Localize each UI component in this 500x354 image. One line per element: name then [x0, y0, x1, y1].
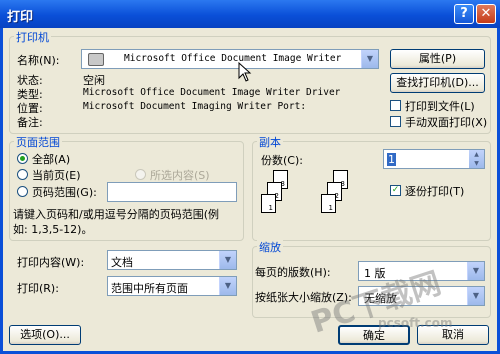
zoom-group-title: 缩放 [257, 239, 283, 255]
page-range-hint-line2: 如: 1,3,5-12)。 [13, 223, 93, 236]
collate-illustration: 3 2 1 3 2 1 [259, 168, 369, 234]
properties-button[interactable]: 属性(P) [390, 49, 485, 69]
chevron-down-icon: ▼ [361, 50, 378, 68]
range-current-label[interactable]: 当前页(E) [32, 167, 81, 183]
collate-label[interactable]: 逐份打印(T) [405, 183, 464, 199]
page-range-group-title: 页面范围 [14, 134, 62, 150]
range-selection-label: 所选内容(S) [150, 169, 210, 182]
close-button[interactable]: ✕ [476, 4, 496, 24]
copies-count-spinner[interactable]: 1 ▲ ▼ [383, 149, 485, 169]
printer-group-title: 打印机 [14, 29, 51, 45]
spinner-arrows-icon[interactable]: ▲ ▼ [469, 150, 484, 168]
printer-name-label: 名称(N): [17, 54, 60, 67]
print-what-value: 文档 [111, 256, 133, 269]
range-all-radio[interactable] [17, 153, 28, 164]
chevron-down-icon: ▼ [467, 262, 484, 280]
help-button[interactable]: ? [454, 4, 474, 24]
chevron-down-icon: ▼ [467, 287, 484, 305]
range-selection-radio [135, 169, 146, 180]
page-range-input[interactable] [107, 182, 237, 202]
print-dialog: 打印 ? ✕ 打印机 名称(N): Microsoft Office Docum… [0, 0, 500, 354]
print-range-select[interactable]: 范围中所有页面 ▼ [107, 276, 237, 296]
print-what-label: 打印内容(W): [17, 256, 85, 269]
printer-icon [88, 53, 104, 66]
where-value: Microsoft Document Imaging Writer Port: [83, 101, 307, 112]
print-range-value: 范围中所有页面 [111, 282, 188, 295]
comment-label: 备注: [17, 116, 43, 129]
manual-duplex-checkbox[interactable] [390, 116, 401, 127]
range-pages-label[interactable]: 页码范围(G): [32, 184, 97, 200]
copies-count-value: 1 [387, 153, 396, 166]
print-range-label: 打印(R): [17, 282, 59, 295]
title-bar[interactable]: 打印 ? ✕ [0, 0, 500, 28]
chevron-down-icon: ▼ [219, 277, 236, 295]
range-pages-radio[interactable] [17, 186, 28, 197]
find-printer-button[interactable]: 查找打印机(D)... [390, 73, 485, 93]
manual-duplex-label[interactable]: 手动双面打印(X) [405, 114, 487, 130]
copies-group-title: 副本 [257, 134, 283, 150]
options-button[interactable]: 选项(O)... [9, 325, 81, 345]
copy-page-1b: 1 [321, 194, 336, 213]
dialog-title: 打印 [7, 10, 34, 25]
printer-name-select[interactable]: Microsoft Office Document Image Writer ▼ [81, 49, 379, 69]
pages-per-sheet-label: 每页的版数(H): [255, 266, 331, 279]
watermark-url: pcsoft.com [378, 316, 453, 330]
type-value: Microsoft Office Document Image Writer D… [83, 87, 341, 98]
range-all-label[interactable]: 全部(A) [32, 151, 70, 167]
print-what-select[interactable]: 文档 ▼ [107, 250, 237, 270]
printer-name-value: Microsoft Office Document Image Writer [124, 53, 342, 64]
print-to-file-checkbox[interactable] [390, 100, 401, 111]
page-range-hint-line1: 请键入页码和/或用逗号分隔的页码范围(例 [13, 208, 219, 221]
copies-count-label: 份数(C): [261, 154, 303, 167]
mouse-cursor-icon [238, 62, 252, 82]
range-current-radio[interactable] [17, 169, 28, 180]
chevron-down-icon: ▼ [219, 251, 236, 269]
status-value: 空闲 [83, 74, 105, 87]
print-to-file-label[interactable]: 打印到文件(L) [405, 98, 475, 114]
copy-page-1: 1 [261, 194, 276, 213]
collate-checkbox[interactable]: ✓ [390, 185, 401, 196]
